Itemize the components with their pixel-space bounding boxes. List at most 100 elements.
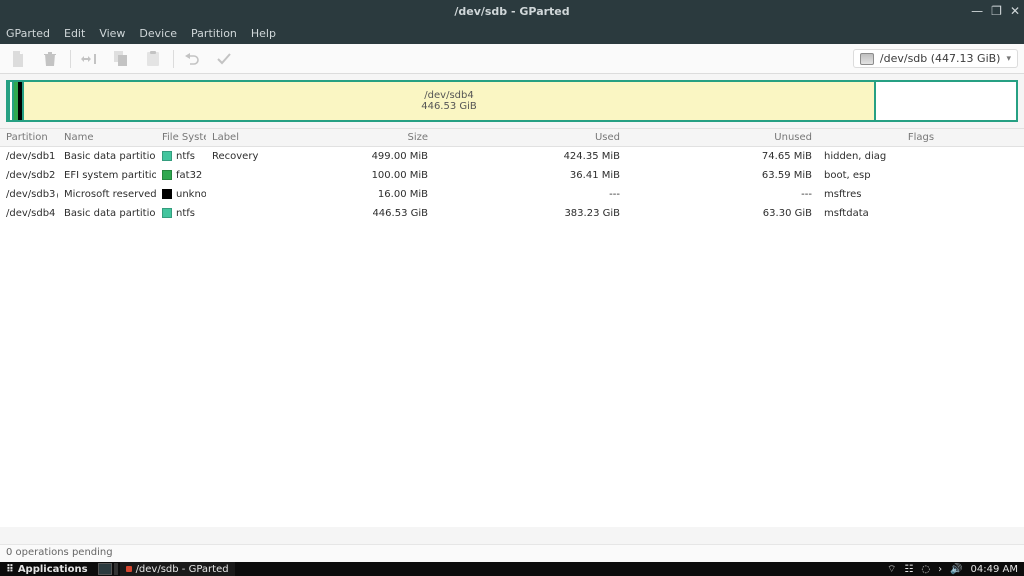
- cell-flags: hidden, diag: [818, 148, 1024, 165]
- cell-name: Basic data partition: [58, 148, 156, 165]
- delete-partition-button[interactable]: [38, 47, 62, 71]
- notifications-icon[interactable]: ◌: [921, 564, 930, 575]
- network-icon[interactable]: ☷: [904, 564, 913, 575]
- system-tray: ⌔ ☷ ◌ › 🔊 04:49 AM: [881, 563, 1024, 576]
- cell-filesystem: fat32: [156, 167, 206, 184]
- filesystem-swatch: [162, 170, 172, 180]
- cell-partition: /dev/sdb4: [0, 205, 58, 222]
- check-icon: [216, 52, 232, 66]
- cell-size: 499.00 MiB: [262, 148, 434, 165]
- header-filesystem[interactable]: File System: [156, 129, 206, 146]
- undo-icon: [184, 52, 200, 66]
- graph-main-device: /dev/sdb4: [424, 90, 473, 101]
- status-text: 0 operations pending: [6, 547, 113, 558]
- trash-icon: [43, 51, 57, 67]
- header-unused[interactable]: Unused: [626, 129, 818, 146]
- hard-drive-icon: [860, 53, 874, 65]
- menu-device[interactable]: Device: [139, 27, 177, 40]
- bluetooth-icon[interactable]: ⌔: [887, 563, 896, 576]
- cell-used: 424.35 MiB: [434, 148, 626, 165]
- window-controls: — ❐ ✕: [971, 0, 1020, 22]
- apply-button[interactable]: [212, 47, 236, 71]
- cell-partition: /dev/sdb1: [0, 148, 58, 165]
- applications-label: Applications: [18, 564, 88, 575]
- header-flags[interactable]: Flags: [818, 129, 1024, 146]
- paste-icon: [146, 51, 160, 67]
- window-title: /dev/sdb - GParted: [454, 5, 569, 18]
- cell-filesystem: ntfs: [156, 205, 206, 222]
- taskbar-separator: [114, 563, 118, 575]
- cell-label: [206, 173, 262, 179]
- cell-label: [206, 192, 262, 198]
- cell-used: ---: [434, 186, 626, 203]
- cell-filesystem: unknown: [156, 186, 206, 203]
- header-label[interactable]: Label: [206, 129, 262, 146]
- gparted-app-icon: [126, 566, 132, 572]
- menu-help[interactable]: Help: [251, 27, 276, 40]
- chevron-down-icon: ▾: [1006, 54, 1011, 64]
- volume-icon[interactable]: 🔊: [950, 564, 962, 575]
- cell-size: 16.00 MiB: [262, 186, 434, 203]
- cell-label: [206, 211, 262, 217]
- partition-graph[interactable]: /dev/sdb4 446.53 GiB: [6, 80, 1018, 122]
- cell-flags: msftdata: [818, 205, 1024, 222]
- header-partition[interactable]: Partition: [0, 129, 58, 146]
- power-icon[interactable]: ›: [938, 564, 942, 575]
- menu-bar: GParted Edit View Device Partition Help: [0, 22, 1024, 44]
- toolbar-separator: [173, 50, 174, 68]
- cell-name: EFI system partition: [58, 167, 156, 184]
- paste-partition-button[interactable]: [141, 47, 165, 71]
- taskbar-task-gparted[interactable]: /dev/sdb - GParted: [120, 562, 235, 576]
- graph-seg-sdb4[interactable]: /dev/sdb4 446.53 GiB: [22, 82, 876, 120]
- header-used[interactable]: Used: [434, 129, 626, 146]
- resize-move-button[interactable]: [77, 47, 101, 71]
- cell-used: 383.23 GiB: [434, 205, 626, 222]
- show-desktop-button[interactable]: [98, 563, 112, 575]
- grid-icon: ⠿: [6, 564, 14, 575]
- new-partition-button[interactable]: [6, 47, 30, 71]
- graph-seg-unallocated[interactable]: [876, 82, 1016, 120]
- close-button[interactable]: ✕: [1010, 4, 1020, 18]
- cell-label: Recovery: [206, 148, 262, 165]
- undo-button[interactable]: [180, 47, 204, 71]
- cell-filesystem: ntfs: [156, 148, 206, 165]
- cell-used: 36.41 MiB: [434, 167, 626, 184]
- header-size[interactable]: Size: [262, 129, 434, 146]
- cell-name: Basic data partition: [58, 205, 156, 222]
- cell-flags: msftres: [818, 186, 1024, 203]
- graph-main-size: 446.53 GiB: [421, 101, 477, 112]
- taskbar-task-label: /dev/sdb - GParted: [136, 564, 229, 575]
- table-row[interactable]: /dev/sdb3!Microsoft reserved partitionun…: [0, 185, 1024, 204]
- cell-flags: boot, esp: [818, 167, 1024, 184]
- document-new-icon: [11, 51, 25, 67]
- cell-unused: 63.30 GiB: [626, 205, 818, 222]
- applications-menu-button[interactable]: ⠿ Applications: [0, 564, 94, 575]
- cell-partition: /dev/sdb3!: [0, 186, 58, 203]
- maximize-button[interactable]: ❐: [991, 4, 1002, 18]
- copy-partition-button[interactable]: [109, 47, 133, 71]
- filesystem-swatch: [162, 208, 172, 218]
- clock[interactable]: 04:49 AM: [971, 564, 1018, 575]
- toolbar: /dev/sdb (447.13 GiB) ▾: [0, 44, 1024, 74]
- table-row[interactable]: /dev/sdb4Basic data partitionntfs446.53 …: [0, 204, 1024, 223]
- menu-edit[interactable]: Edit: [64, 27, 85, 40]
- toolbar-separator: [70, 50, 71, 68]
- cell-unused: 63.59 MiB: [626, 167, 818, 184]
- menu-gparted[interactable]: GParted: [6, 27, 50, 40]
- table-row[interactable]: /dev/sdb2EFI system partitionfat32 100.00…: [0, 166, 1024, 185]
- status-bar: 0 operations pending: [0, 544, 1024, 562]
- menu-partition[interactable]: Partition: [191, 27, 237, 40]
- filesystem-swatch: [162, 189, 172, 199]
- resize-icon: [81, 52, 97, 66]
- partition-graph-container: /dev/sdb4 446.53 GiB: [0, 74, 1024, 128]
- table-row[interactable]: /dev/sdb1Basic data partitionntfsRecover…: [0, 147, 1024, 166]
- header-name[interactable]: Name: [58, 129, 156, 146]
- cell-partition: /dev/sdb2: [0, 167, 58, 184]
- menu-view[interactable]: View: [99, 27, 125, 40]
- minimize-button[interactable]: —: [971, 4, 983, 18]
- filesystem-swatch: [162, 151, 172, 161]
- cell-size: 100.00 MiB: [262, 167, 434, 184]
- device-selector[interactable]: /dev/sdb (447.13 GiB) ▾: [853, 49, 1018, 68]
- window-titlebar: /dev/sdb - GParted — ❐ ✕: [0, 0, 1024, 22]
- copy-icon: [114, 51, 128, 67]
